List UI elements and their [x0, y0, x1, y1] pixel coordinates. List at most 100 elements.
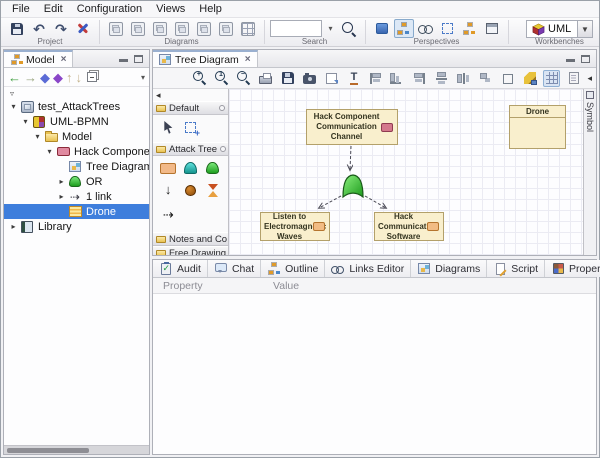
caret-expanded-icon[interactable]: ▾	[20, 117, 31, 126]
tab-links-editor[interactable]: Links Editor	[325, 260, 411, 277]
toggle-grid-button[interactable]	[543, 70, 560, 87]
view-menu-icon[interactable]: ▾	[141, 73, 145, 82]
time-gate-icon[interactable]	[207, 184, 219, 197]
tab-model[interactable]: Model ×	[4, 50, 73, 67]
perspective-tree2-button[interactable]	[460, 19, 480, 38]
zoom-in-button[interactable]: +	[191, 70, 208, 87]
perspective-model-button[interactable]	[372, 19, 392, 38]
menu-views[interactable]: Views	[149, 2, 192, 16]
zoom-reset-button[interactable]: 1	[213, 70, 230, 87]
symbol-strip[interactable]: Symbol	[583, 89, 596, 255]
cursor-icon[interactable]	[163, 121, 174, 134]
filter-dropdown-icon[interactable]: ▿	[10, 89, 14, 98]
and-gate-icon[interactable]	[184, 162, 197, 174]
tree-item-library[interactable]: ▸Library	[4, 219, 149, 234]
snapshot-button[interactable]	[301, 70, 318, 87]
menu-file[interactable]: File	[5, 2, 37, 16]
perspective-tree-button[interactable]	[394, 19, 414, 38]
menu-edit[interactable]: Edit	[37, 2, 70, 16]
distribute-vertical-button[interactable]	[433, 70, 450, 87]
save-image-button[interactable]	[279, 70, 296, 87]
tab-outline[interactable]: Outline	[261, 260, 325, 277]
down-arrow-icon[interactable]	[165, 181, 172, 199]
align-bottom-button[interactable]	[389, 70, 406, 87]
tab-script[interactable]: Script	[487, 260, 545, 277]
maximize-icon[interactable]	[581, 55, 590, 63]
class-node-drone[interactable]: Drone	[509, 105, 566, 149]
tree-item-or[interactable]: ▸OR	[4, 174, 149, 189]
tree-item-tree-diagram[interactable]: Tree Diagram	[4, 159, 149, 174]
tree-item-drone[interactable]: Drone	[4, 204, 149, 219]
diagram-type-button-2[interactable]	[128, 19, 148, 38]
perspective-window-button[interactable]	[482, 19, 502, 38]
text-style-button[interactable]: T	[345, 70, 362, 87]
fit-frame-button[interactable]	[499, 70, 516, 87]
minimize-icon[interactable]	[566, 59, 575, 62]
align-right-button[interactable]	[411, 70, 428, 87]
marquee-select-icon[interactable]	[185, 122, 196, 133]
tree-item-hack-component-communication-channel[interactable]: ▾Hack Component Communication Channel	[4, 144, 149, 159]
restore-panel-icon[interactable]	[586, 91, 594, 99]
same-size-button[interactable]	[477, 70, 494, 87]
perspective-links-button[interactable]	[416, 19, 436, 38]
redo-button[interactable]: ↷	[51, 19, 71, 38]
print-button[interactable]	[257, 70, 274, 87]
back-arrow-icon[interactable]: ←	[8, 71, 21, 84]
sabotage-icon[interactable]	[185, 185, 196, 196]
workbench-dropdown-button[interactable]: ▼	[578, 20, 593, 38]
caret-collapsed-icon[interactable]: ▸	[8, 222, 19, 231]
property-table-body[interactable]	[153, 294, 596, 454]
attack-node-hack-software[interactable]: Hack Communication Software	[374, 212, 444, 241]
caret-expanded-icon[interactable]: ▾	[32, 132, 43, 141]
save-button[interactable]	[7, 19, 27, 38]
diagram-type-button-4[interactable]	[172, 19, 192, 38]
palette-group-attack-tree[interactable]: Attack Tree	[153, 142, 228, 156]
or-gate-icon[interactable]	[206, 162, 219, 174]
toolbar-collapse-icon[interactable]: ◂	[587, 73, 592, 84]
tree-item-uml-bpmn[interactable]: ▾UML-BPMN	[4, 114, 149, 129]
move-up-icon[interactable]: ↑	[66, 71, 73, 84]
perspective-selection-button[interactable]	[438, 19, 458, 38]
diagram-canvas[interactable]: Hack Component Communication Channel Dro…	[229, 89, 583, 255]
close-icon[interactable]: ×	[245, 54, 251, 65]
search-button[interactable]	[339, 19, 359, 38]
tab-diagrams[interactable]: Diagrams	[411, 260, 487, 277]
tree-item-model[interactable]: ▾Model	[4, 129, 149, 144]
palette-group-notes-and-co[interactable]: Notes and Co...	[153, 232, 228, 246]
attack-node-listen[interactable]: Listen to Electromagnetic Waves	[260, 212, 330, 241]
dashed-link-icon[interactable]	[163, 206, 174, 224]
minimize-icon[interactable]	[119, 59, 128, 62]
page-setup-button[interactable]	[565, 70, 582, 87]
navigate-left-icon[interactable]: ◆	[40, 71, 50, 84]
palette-collapse-button[interactable]: ◂	[153, 89, 228, 101]
align-left-button[interactable]	[367, 70, 384, 87]
export-selection-button[interactable]	[323, 70, 340, 87]
configure-button[interactable]	[73, 19, 93, 38]
forward-arrow-icon[interactable]: →	[24, 71, 37, 84]
diagram-type-button-6[interactable]	[216, 19, 236, 38]
palette-group-default[interactable]: Default	[153, 101, 228, 115]
diagram-type-button-5[interactable]	[194, 19, 214, 38]
distribute-horizontal-button[interactable]	[455, 70, 472, 87]
caret-expanded-icon[interactable]: ▾	[8, 102, 19, 111]
scrollbar-thumb[interactable]	[7, 448, 89, 453]
move-down-icon[interactable]: ↓	[76, 71, 83, 84]
tree-item-test-attacktrees[interactable]: ▾test_AttackTrees	[4, 99, 149, 114]
pin-icon[interactable]	[220, 146, 226, 152]
format-painter-button[interactable]	[521, 70, 538, 87]
menu-help[interactable]: Help	[192, 2, 229, 16]
caret-expanded-icon[interactable]: ▾	[44, 147, 55, 156]
caret-collapsed-icon[interactable]: ▸	[56, 177, 67, 186]
horizontal-scrollbar[interactable]	[4, 445, 149, 454]
matrix-button[interactable]	[238, 19, 258, 38]
diagram-type-button-3[interactable]	[150, 19, 170, 38]
undo-button[interactable]: ↶	[29, 19, 49, 38]
tab-chat[interactable]: Chat	[208, 260, 261, 277]
palette-group-free-drawing[interactable]: Free Drawing	[153, 246, 228, 255]
tab-tree-diagram[interactable]: Tree Diagram ×	[153, 50, 258, 67]
zoom-out-button[interactable]: −	[235, 70, 252, 87]
or-gate-node[interactable]	[343, 175, 363, 197]
workbench-combo[interactable]: UML ▼	[526, 20, 593, 38]
collapse-all-icon[interactable]	[87, 72, 97, 82]
tree-item-1-link[interactable]: ▸1 link	[4, 189, 149, 204]
